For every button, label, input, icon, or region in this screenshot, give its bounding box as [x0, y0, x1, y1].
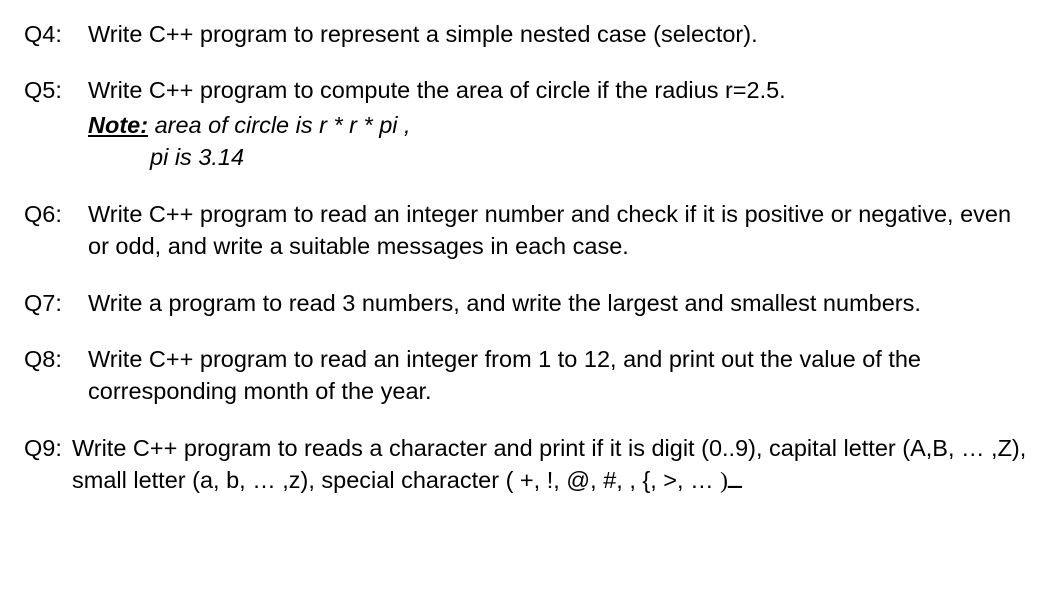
question-8: Q8: Write C++ program to read an integer… — [24, 343, 1028, 408]
q9-text-part1: Write C++ program to reads a character a… — [72, 435, 1026, 493]
q9-text-part2: )ــ — [720, 468, 742, 494]
question-6: Q6: Write C++ program to read an integer… — [24, 198, 1028, 263]
q7-body: Write a program to read 3 numbers, and w… — [88, 287, 1028, 319]
q6-text: Write C++ program to read an integer num… — [88, 201, 1011, 259]
q5-note: Note: area of circle is r * r * pi , — [88, 109, 1028, 141]
q5-label: Q5: — [24, 74, 88, 173]
q8-body: Write C++ program to read an integer fro… — [88, 343, 1028, 408]
q7-label: Q7: — [24, 287, 88, 319]
q7-text: Write a program to read 3 numbers, and w… — [88, 290, 921, 316]
q5-note-text: area of circle is r * r * pi , — [148, 112, 411, 138]
q6-label: Q6: — [24, 198, 88, 263]
q5-text: Write C++ program to compute the area of… — [88, 74, 1028, 106]
q9-body: Write C++ program to reads a character a… — [72, 432, 1028, 498]
question-5: Q5: Write C++ program to compute the are… — [24, 74, 1028, 173]
question-4: Q4: Write C++ program to represent a sim… — [24, 18, 1028, 50]
q5-pi-text: pi is 3.14 — [88, 141, 1028, 173]
q5-body: Write C++ program to compute the area of… — [88, 74, 1028, 173]
q6-body: Write C++ program to read an integer num… — [88, 198, 1028, 263]
q5-note-label: Note: — [88, 112, 148, 138]
question-9: Q9: Write C++ program to reads a charact… — [24, 432, 1028, 498]
q9-label: Q9: — [24, 432, 72, 498]
q4-label: Q4: — [24, 18, 88, 50]
q8-label: Q8: — [24, 343, 88, 408]
question-7: Q7: Write a program to read 3 numbers, a… — [24, 287, 1028, 319]
q4-body: Write C++ program to represent a simple … — [88, 18, 1028, 50]
q4-text: Write C++ program to represent a simple … — [88, 21, 758, 47]
q8-text: Write C++ program to read an integer fro… — [88, 346, 921, 404]
